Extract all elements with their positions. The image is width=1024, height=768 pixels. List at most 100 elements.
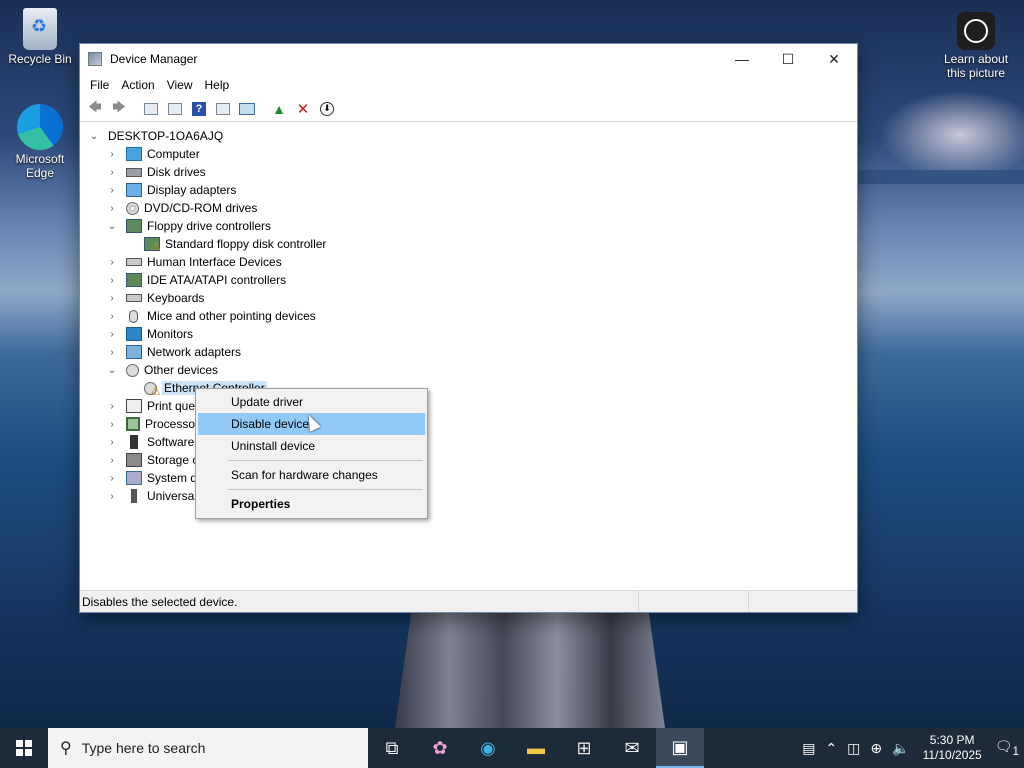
menu-help[interactable]: Help	[199, 78, 236, 92]
volume-muted-icon[interactable]: 🔈	[887, 740, 914, 757]
meet-icon[interactable]: ◫	[842, 740, 865, 757]
software-device-icon	[130, 435, 138, 449]
chevron-right-icon[interactable]: ›	[106, 419, 118, 430]
close-button[interactable]: ✕	[811, 44, 857, 74]
chevron-down-icon[interactable]: ⌄	[106, 221, 118, 232]
chevron-right-icon[interactable]: ›	[106, 185, 118, 196]
disable-device-icon[interactable]: ⬇	[316, 98, 338, 120]
desktop-icon-recycle-bin[interactable]: Recycle Bin	[0, 8, 80, 66]
minimize-button[interactable]: —	[719, 44, 765, 74]
tree-item-computer[interactable]: › Computer	[106, 145, 200, 163]
warning-device-icon	[144, 381, 161, 398]
tree-item-floppy-controllers[interactable]: ⌄ Floppy drive controllers	[106, 217, 271, 235]
chevron-right-icon[interactable]: ›	[106, 311, 118, 322]
file-explorer-icon[interactable]: ▬	[512, 728, 560, 768]
maximize-button[interactable]: ☐	[765, 44, 811, 74]
back-arrow-icon[interactable]: 🡄	[84, 98, 106, 120]
chevron-right-icon[interactable]: ›	[106, 455, 118, 466]
disk-drive-icon	[126, 167, 142, 177]
network-icon[interactable]: ⊕	[865, 740, 887, 757]
forward-arrow-icon[interactable]: 🡆	[108, 98, 130, 120]
tree-root-label: DESKTOP-1OA6AJQ	[108, 129, 224, 143]
chevron-right-icon[interactable]: ›	[106, 329, 118, 340]
sky-glow	[880, 90, 1024, 180]
tree-item-other-devices[interactable]: ⌄ Other devices	[106, 361, 218, 379]
clock-time: 5:30 PM	[929, 733, 975, 747]
chevron-down-icon[interactable]: ⌄	[88, 131, 100, 142]
network-adapter-icon	[126, 345, 142, 359]
notification-count: 1	[1012, 744, 1019, 758]
chevron-right-icon[interactable]: ›	[106, 293, 118, 304]
task-view-icon[interactable]: ⧉	[368, 728, 416, 768]
tree-item-network-adapters[interactable]: › Network adapters	[106, 343, 241, 361]
tree-item-monitors[interactable]: › Monitors	[106, 325, 193, 343]
tree-item-hid[interactable]: › Human Interface Devices	[106, 253, 282, 271]
tree-item-processors[interactable]: › Processors	[106, 415, 205, 433]
chevron-right-icon[interactable]: ›	[106, 401, 118, 412]
tree-item-label: Standard floppy disk controller	[165, 237, 327, 251]
mouse-icon	[129, 309, 138, 323]
tree-item-keyboards[interactable]: › Keyboards	[106, 289, 204, 307]
status-bar: Disables the selected device.	[80, 590, 857, 612]
desktop-icon-edge[interactable]: Microsoft Edge	[0, 104, 80, 180]
help-icon[interactable]: ?	[188, 98, 210, 120]
tree-item-label: Network adapters	[147, 345, 242, 359]
menu-item-scan-hardware[interactable]: Scan for hardware changes	[198, 464, 425, 486]
chevron-right-icon[interactable]: ›	[106, 203, 118, 214]
desktop-icon-learn-about-picture[interactable]: Learn about this picture	[936, 12, 1016, 80]
status-text: Disables the selected device.	[82, 594, 238, 609]
news-icon[interactable]: ▤	[797, 740, 820, 757]
chevron-right-icon[interactable]: ›	[106, 473, 118, 484]
start-button[interactable]	[0, 728, 48, 768]
menu-item-properties[interactable]: Properties	[198, 493, 425, 515]
tree-item-label: Human Interface Devices	[147, 255, 282, 269]
chevron-right-icon[interactable]: ›	[106, 149, 118, 160]
tree-item-standard-floppy-controller[interactable]: Standard floppy disk controller	[144, 235, 326, 253]
tree-root[interactable]: ⌄ DESKTOP-1OA6AJQ	[88, 127, 223, 145]
tree-item-ide-controllers[interactable]: › IDE ATA/ATAPI controllers	[106, 271, 286, 289]
chevron-right-icon[interactable]: ›	[106, 491, 118, 502]
printer-icon	[126, 399, 142, 413]
menu-view[interactable]: View	[161, 78, 199, 92]
device-manager-taskbar-icon[interactable]: ▣	[656, 728, 704, 768]
copilot-icon[interactable]: ✿	[416, 728, 464, 768]
uninstall-device-icon[interactable]: ✕	[292, 98, 314, 120]
store-icon[interactable]: ⊞	[560, 728, 608, 768]
search-box[interactable]: ⚲ Type here to search	[48, 728, 368, 768]
clock[interactable]: 5:30 PM 11/10/2025	[915, 733, 990, 763]
chevron-up-icon[interactable]: ⌃	[820, 740, 842, 757]
show-hide-tree-icon[interactable]	[140, 98, 162, 120]
tree-item-display-adapters[interactable]: › Display adapters	[106, 181, 236, 199]
tree-item-disk-drives[interactable]: › Disk drives	[106, 163, 205, 181]
notification-icon[interactable]: 🗨1	[990, 738, 1024, 758]
tree-item-label: Display adapters	[147, 183, 237, 197]
action-pane-icon[interactable]	[212, 98, 234, 120]
recycle-bin-icon	[23, 8, 57, 50]
desktop-icon-label: Learn about this picture	[943, 52, 1009, 80]
chevron-right-icon[interactable]: ›	[106, 275, 118, 286]
clock-date: 11/10/2025	[922, 748, 982, 762]
desktop-icon-label: Microsoft Edge	[15, 152, 65, 180]
properties-sheet-icon[interactable]	[164, 98, 186, 120]
tree-item-dvd-drives[interactable]: › DVD/CD-ROM drives	[106, 199, 257, 217]
menu-item-update-driver[interactable]: Update driver	[198, 391, 425, 413]
menu-item-uninstall-device[interactable]: Uninstall device	[198, 435, 425, 457]
tree-item-mice[interactable]: › Mice and other pointing devices	[106, 307, 315, 325]
chevron-right-icon[interactable]: ›	[106, 437, 118, 448]
mail-icon[interactable]: ✉	[608, 728, 656, 768]
controller-icon	[126, 219, 142, 233]
storage-controller-icon	[126, 453, 142, 467]
menu-action[interactable]: Action	[115, 78, 160, 92]
title-bar[interactable]: Device Manager — ☐ ✕	[80, 44, 857, 74]
chevron-right-icon[interactable]: ›	[106, 257, 118, 268]
dvd-drive-icon	[126, 201, 139, 215]
chevron-down-icon[interactable]: ⌄	[106, 365, 118, 376]
chevron-right-icon[interactable]: ›	[106, 347, 118, 358]
update-driver-icon[interactable]: ▲	[268, 98, 290, 120]
edge-taskbar-icon[interactable]: ◉	[464, 728, 512, 768]
scan-hardware-icon[interactable]	[236, 98, 258, 120]
pier-image	[395, 612, 665, 728]
windows-logo-icon	[16, 740, 32, 756]
menu-file[interactable]: File	[84, 78, 115, 92]
chevron-right-icon[interactable]: ›	[106, 167, 118, 178]
